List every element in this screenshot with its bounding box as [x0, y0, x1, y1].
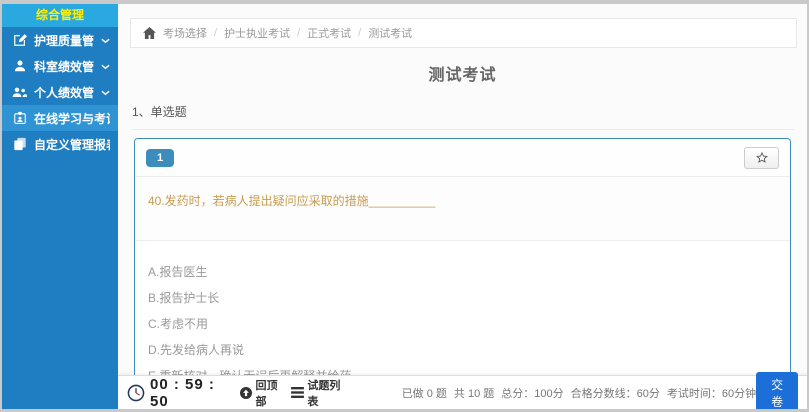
back-to-top-button[interactable]: 回顶部 [240, 377, 282, 409]
star-icon [756, 152, 768, 163]
breadcrumb-item-nurse-exam[interactable]: 护士执业考试 [224, 25, 290, 41]
breadcrumb-item-exam-room[interactable]: 考场选择 [163, 25, 207, 41]
sidebar-item-label: 护理质量管理 [34, 32, 94, 49]
question-text-block: 40.发药时，若病人提出疑问应采取的措施__________ [135, 177, 790, 241]
sidebar-item-personal-performance[interactable]: 个人绩效管理 [2, 79, 118, 105]
favorite-button[interactable] [744, 147, 779, 169]
id-badge-icon [12, 111, 27, 126]
stat-pass-line: 合格分数线：60分 [571, 385, 660, 401]
question-text: 40.发药时，若病人提出疑问应采取的措施__________ [148, 194, 435, 208]
chevron-down-icon [101, 59, 110, 73]
chevron-down-icon [101, 85, 110, 99]
submit-exam-button[interactable]: 交 卷 [756, 372, 798, 410]
sidebar-item-dept-performance[interactable]: 科室绩效管理 [2, 53, 118, 79]
timer-wrap: 00 : 59 : 50 [127, 376, 224, 410]
stat-done: 已做 0 题 [402, 385, 447, 401]
sidebar: 综合管理 护理质量管理 科室绩效管理 个人绩效管理 [2, 4, 118, 409]
home-icon [143, 27, 156, 39]
option-a[interactable]: A.报告医生 [148, 266, 777, 278]
sidebar-item-online-learning-exam[interactable]: 在线学习与考试 [2, 105, 118, 131]
exam-stats: 已做 0 题 共 10 题 总分：100分 合格分数线：60分 考试时间：60分… [402, 385, 756, 401]
main-content: 考场选择 / 护士执业考试 / 正式考试 / 测试考试 测试考试 1、单选题 1… [118, 4, 807, 409]
window-frame: 综合管理 护理质量管理 科室绩效管理 个人绩效管理 [0, 0, 809, 412]
breadcrumb-separator: / [214, 27, 217, 39]
question-card: 1 40.发药时，若病人提出疑问应采取的措施__________ A.报告医生 … [134, 138, 791, 375]
breadcrumb-item-current: 测试考试 [368, 25, 412, 41]
breadcrumb-separator: / [297, 27, 300, 39]
option-c[interactable]: C.考虑不用 [148, 318, 777, 330]
question-options: A.报告医生 B.报告护士长 C.考虑不用 D.先发给病人再说 E.重新核对，确… [135, 241, 790, 375]
edit-icon [12, 33, 27, 48]
list-icon [291, 387, 304, 398]
question-list-button[interactable]: 试题列表 [291, 377, 343, 409]
sidebar-item-label: 个人绩效管理 [34, 84, 94, 101]
user-icon [12, 59, 27, 74]
page-title: 测试考试 [118, 61, 807, 85]
question-number-badge: 1 [146, 149, 174, 167]
question-list-label: 试题列表 [307, 377, 343, 409]
sidebar-item-custom-reports[interactable]: 自定义管理报表 [2, 131, 118, 157]
exam-footer-bar: 00 : 59 : 50 回顶部 试题列表 已做 0 题 共 10 题 总分：1… [118, 375, 807, 409]
stat-total-score: 总分：100分 [501, 385, 563, 401]
app-root: 综合管理 护理质量管理 科室绩效管理 个人绩效管理 [2, 4, 807, 409]
arrow-up-circle-icon [240, 387, 252, 399]
breadcrumb: 考场选择 / 护士执业考试 / 正式考试 / 测试考试 [130, 18, 797, 48]
breadcrumb-item-formal-exam[interactable]: 正式考试 [307, 25, 351, 41]
sidebar-item-label: 在线学习与考试 [34, 110, 110, 127]
chevron-down-icon [101, 33, 110, 47]
sidebar-item-label: 自定义管理报表 [34, 136, 110, 153]
breadcrumb-separator: / [358, 27, 361, 39]
sidebar-item-nursing-quality[interactable]: 护理质量管理 [2, 27, 118, 53]
option-d[interactable]: D.先发给病人再说 [148, 344, 777, 356]
stat-total: 共 10 题 [454, 385, 494, 401]
question-card-header: 1 [135, 139, 790, 177]
question-type-section-label: 1、单选题 [132, 103, 795, 130]
copy-icon [12, 137, 27, 152]
option-b[interactable]: B.报告护士长 [148, 292, 777, 304]
exam-timer: 00 : 59 : 50 [150, 376, 224, 410]
users-icon [12, 85, 27, 100]
back-to-top-label: 回顶部 [255, 377, 282, 409]
sidebar-item-label: 科室绩效管理 [34, 58, 94, 75]
clock-icon [127, 384, 145, 402]
sidebar-header: 综合管理 [2, 4, 118, 27]
stat-duration: 考试时间：60分钟 [667, 385, 756, 401]
